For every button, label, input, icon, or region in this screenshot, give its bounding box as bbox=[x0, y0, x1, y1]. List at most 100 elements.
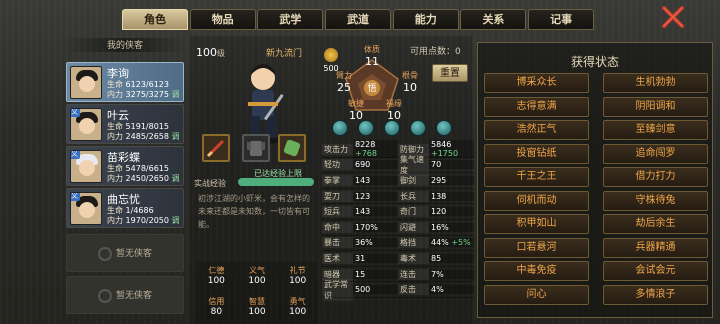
tab-martial-way[interactable]: 武道 bbox=[325, 9, 392, 30]
status-button[interactable]: 浩然正气 bbox=[484, 120, 589, 140]
attr-value: 690 bbox=[353, 160, 398, 170]
attr-value: 138 bbox=[429, 191, 474, 201]
attr-label: 集气速度 bbox=[398, 153, 429, 176]
status-button[interactable]: 伺机而动 bbox=[484, 190, 589, 211]
status-button[interactable]: 追命闯罗 bbox=[603, 143, 708, 164]
mp-value: 2450/2650 bbox=[125, 174, 169, 183]
pentagon-center-label: 悟 bbox=[367, 84, 377, 94]
status-button[interactable]: 阴阳调和 bbox=[603, 96, 708, 117]
status-button[interactable]: 投窗钻纸 bbox=[484, 143, 589, 164]
status-button[interactable]: 问心 bbox=[484, 284, 589, 305]
status-button[interactable]: 口若悬河 bbox=[484, 237, 589, 258]
attr-label: 耍刀 bbox=[322, 190, 353, 202]
mp-label: 内力 bbox=[107, 132, 123, 141]
adjust-button[interactable]: 调 bbox=[172, 90, 180, 99]
tab-abilities[interactable]: 能力 bbox=[392, 9, 459, 30]
status-button[interactable]: 借力打力 bbox=[603, 167, 708, 187]
attribute-row: 暴击 36% 格挡 44% +5% bbox=[322, 236, 474, 252]
hero-card-li-xun[interactable]: 李询 生命 6123/6123 内力 3275/3275 调 bbox=[66, 62, 184, 102]
status-panel: 获得状态 博采众长 生机勃勃 志得意满 阴阳调和 浩然正气 至臻剑意 投窗钻纸 追命闯罗 千王之… bbox=[477, 42, 713, 318]
attr-value: 4% bbox=[429, 285, 474, 295]
weapon-slot[interactable] bbox=[202, 134, 230, 162]
attr-value: 170% bbox=[353, 222, 398, 232]
attr-label: 长兵 bbox=[398, 190, 429, 202]
empty-hero-slot[interactable]: 暂无侠客 bbox=[66, 234, 184, 272]
attr-value: 5846 +1750 bbox=[429, 140, 474, 159]
attr-value: 123 bbox=[353, 191, 398, 201]
hp-label: 生命 bbox=[107, 80, 123, 89]
status-button[interactable]: 志得意满 bbox=[484, 96, 589, 117]
attr-label: 攻击力 bbox=[322, 143, 353, 155]
status-button[interactable]: 中毒免疫 bbox=[484, 261, 589, 281]
status-button[interactable]: 会试会元 bbox=[603, 261, 708, 281]
tab-relations[interactable]: 关系 bbox=[460, 9, 527, 30]
mp-value: 1970/2050 bbox=[125, 216, 169, 225]
attr-label: 拳掌 bbox=[322, 174, 353, 186]
gem-icon[interactable] bbox=[410, 120, 426, 136]
status-button[interactable]: 生机勃勃 bbox=[603, 73, 708, 93]
avatar: 义 bbox=[70, 150, 102, 183]
status-button[interactable]: 守株待兔 bbox=[603, 190, 708, 211]
adjust-button[interactable]: 调 bbox=[172, 216, 180, 225]
attr-label: 武学常识 bbox=[322, 278, 353, 301]
attr-label: 闪避 bbox=[398, 221, 429, 233]
gem-icon[interactable] bbox=[332, 120, 348, 136]
status-button[interactable]: 劫后余生 bbox=[603, 214, 708, 234]
status-button[interactable]: 积甲如山 bbox=[484, 214, 589, 234]
attribute-row: 拳掌 143 御剑 295 bbox=[322, 173, 474, 189]
attr-value: 8228 +768 bbox=[353, 140, 398, 159]
stat-strength: 臂力 25 bbox=[336, 71, 352, 94]
virtue-courage: 勇气 100 bbox=[289, 297, 307, 317]
attr-value: 500 bbox=[353, 285, 398, 295]
mp-value: 3275/3275 bbox=[125, 90, 169, 99]
tab-items[interactable]: 物品 bbox=[189, 9, 256, 30]
attr-value: 143 bbox=[353, 207, 398, 217]
status-title: 获得状态 bbox=[570, 55, 619, 69]
armor-icon bbox=[247, 141, 265, 156]
tab-character[interactable]: 角色 bbox=[122, 9, 188, 30]
adjust-button[interactable]: 调 bbox=[172, 174, 180, 183]
status-button[interactable]: 博采众长 bbox=[484, 73, 589, 93]
attr-label: 反击 bbox=[398, 284, 429, 296]
attribute-row: 医术 31 毒术 85 bbox=[322, 251, 474, 267]
gem-slots bbox=[332, 120, 452, 136]
attr-label: 命中 bbox=[322, 221, 353, 233]
close-icon[interactable] bbox=[660, 6, 686, 28]
status-button[interactable]: 兵器精通 bbox=[603, 237, 708, 258]
hp-label: 生命 bbox=[107, 206, 123, 215]
attr-label: 医术 bbox=[322, 252, 353, 264]
tab-journal[interactable]: 记事 bbox=[528, 9, 595, 30]
reset-button[interactable]: 重置 bbox=[432, 64, 468, 82]
stat-agility: 敏捷 10 bbox=[348, 99, 364, 122]
empty-hero-slot[interactable]: 暂无侠客 bbox=[66, 276, 184, 314]
character-sprite bbox=[228, 56, 298, 146]
hero-list-panel: 我的侠客 李询 生命 6123/6123 内力 3275/3275 调 义 叶云… bbox=[64, 36, 186, 324]
tab-martial-arts[interactable]: 武学 bbox=[257, 9, 324, 30]
hero-card-miao-caidie[interactable]: 义 苗彩蝶 生命 5478/6615 内力 2450/2650 调 bbox=[66, 146, 184, 186]
accessory-slot[interactable] bbox=[278, 134, 306, 162]
adjust-button[interactable]: 调 bbox=[172, 132, 180, 141]
attr-label: 毒术 bbox=[398, 252, 429, 264]
hero-card-ye-yun[interactable]: 义 叶云 生命 5191/8015 内力 2485/2658 调 bbox=[66, 104, 184, 144]
potential-points: 可用点数：0 bbox=[410, 47, 461, 57]
jade-icon bbox=[283, 139, 301, 157]
gem-icon[interactable] bbox=[358, 120, 374, 136]
attribute-table: 攻击力 8228 +768 防御力 5846 +1750 轻功 690 集气速度 70 拳掌… bbox=[322, 140, 474, 301]
status-button[interactable]: 千王之王 bbox=[484, 167, 589, 187]
gem-icon[interactable] bbox=[436, 120, 452, 136]
attribute-row: 短兵 143 奇门 120 bbox=[322, 204, 474, 220]
attr-value: 44% +5% bbox=[429, 238, 474, 248]
virtue-benevolence: 仁德 100 bbox=[207, 266, 225, 286]
attribute-row: 武学常识 500 反击 4% bbox=[322, 278, 474, 301]
hero-card-qu-wangyou[interactable]: 义 曲忘忧 生命 1/4686 内力 1970/2050 调 bbox=[66, 188, 184, 228]
status-button[interactable]: 至臻剑意 bbox=[603, 120, 708, 140]
attr-value: 295 bbox=[429, 175, 474, 185]
level: 100级 bbox=[196, 46, 225, 59]
armor-slot[interactable] bbox=[242, 134, 270, 162]
hero-list-caption: 我的侠客 bbox=[64, 38, 186, 52]
gem-icon[interactable] bbox=[384, 120, 400, 136]
attr-value: 31 bbox=[353, 253, 398, 263]
virtue-credit: 信用 80 bbox=[208, 297, 225, 317]
status-button[interactable]: 多情浪子 bbox=[603, 284, 708, 305]
attr-value: 7% bbox=[429, 269, 474, 279]
